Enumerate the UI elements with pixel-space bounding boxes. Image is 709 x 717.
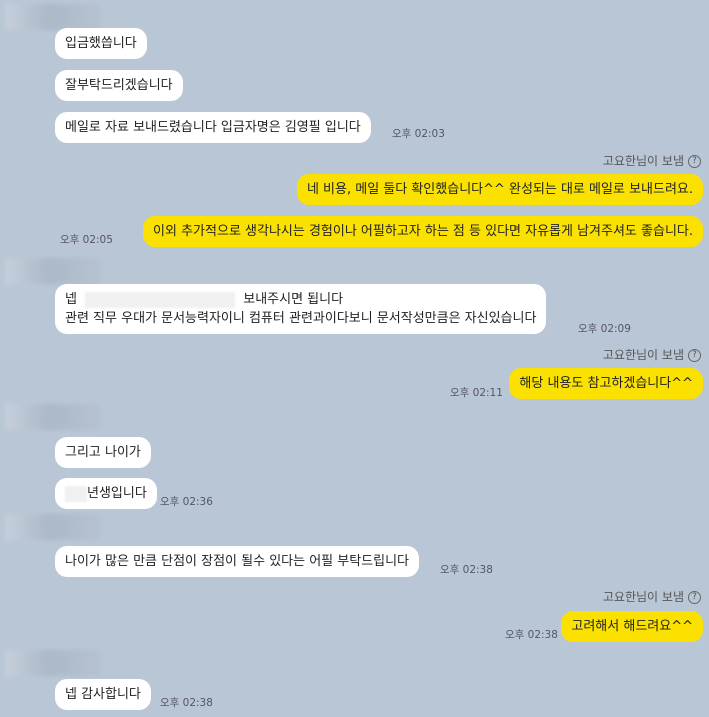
sender-name: 고요한님이 보냄: [602, 154, 684, 168]
sender-name: 고요한님이 보냄: [602, 348, 684, 362]
message-time: 오후 02:38: [160, 697, 213, 709]
incoming-message[interactable]: 넵 보내주시면 됩니다 관련 직무 우대가 문서능력자이니 컴퓨터 관련과이다보…: [55, 284, 547, 334]
message-line: 관련 직무 우대가 문서능력자이니 컴퓨터 관련과이다보니 문서작성만큼은 자신…: [65, 311, 537, 326]
redacted-region: [85, 291, 236, 308]
message-time: 오후 02:38: [505, 629, 558, 641]
help-icon[interactable]: ?: [688, 155, 701, 168]
message-time: 오후 02:11: [450, 387, 503, 399]
avatar[interactable]: [5, 514, 100, 540]
incoming-message[interactable]: 년생입니다: [55, 478, 157, 509]
incoming-message[interactable]: 잘부탁드리겠습니다: [55, 70, 183, 101]
sender-label: 고요한님이 보냄?: [603, 588, 701, 605]
message-line: 넵 보내주시면 됩니다: [65, 290, 536, 309]
avatar[interactable]: [5, 650, 100, 676]
message-time: 오후 02:09: [578, 323, 631, 335]
message-text: 년생입니다: [87, 486, 147, 501]
sender-name: 고요한님이 보냄: [602, 590, 684, 604]
outgoing-message[interactable]: 이외 추가적으로 생각나시는 경험이나 어필하고자 하는 점 등 있다면 자유롭…: [143, 216, 703, 247]
incoming-message[interactable]: 메일로 자료 보내드렸습니다 입금자명은 김영필 입니다: [55, 112, 371, 143]
message-time: 오후 02:38: [440, 564, 493, 576]
message-text: 넵: [65, 292, 77, 307]
sender-label: 고요한님이 보냄?: [603, 152, 701, 169]
avatar[interactable]: [5, 258, 100, 284]
outgoing-message[interactable]: 고려해서 해드려요^^: [561, 611, 703, 642]
incoming-message[interactable]: 넵 감사합니다: [55, 679, 151, 710]
redacted-region: [65, 485, 87, 502]
outgoing-message[interactable]: 네 비용, 메일 둘다 확인했습니다^^ 완성되는 대로 메일로 보내드려요.: [296, 174, 703, 205]
message-time: 오후 02:36: [160, 496, 213, 508]
help-icon[interactable]: ?: [688, 349, 701, 362]
avatar[interactable]: [5, 4, 100, 30]
sender-label: 고요한님이 보냄?: [603, 346, 701, 363]
message-time: 오후 02:03: [392, 128, 445, 140]
message-time: 오후 02:05: [60, 234, 113, 246]
avatar[interactable]: [5, 404, 100, 430]
incoming-message[interactable]: 그리고 나이가: [55, 437, 151, 468]
outgoing-message[interactable]: 해당 내용도 참고하겠습니다^^: [509, 368, 703, 399]
help-icon[interactable]: ?: [688, 591, 701, 604]
incoming-message[interactable]: 입금했씁니다: [55, 28, 147, 59]
incoming-message[interactable]: 나이가 많은 만큼 단점이 장점이 될수 있다는 어필 부탁드립니다: [55, 546, 420, 577]
message-text: 보내주시면 됩니다: [243, 292, 344, 307]
